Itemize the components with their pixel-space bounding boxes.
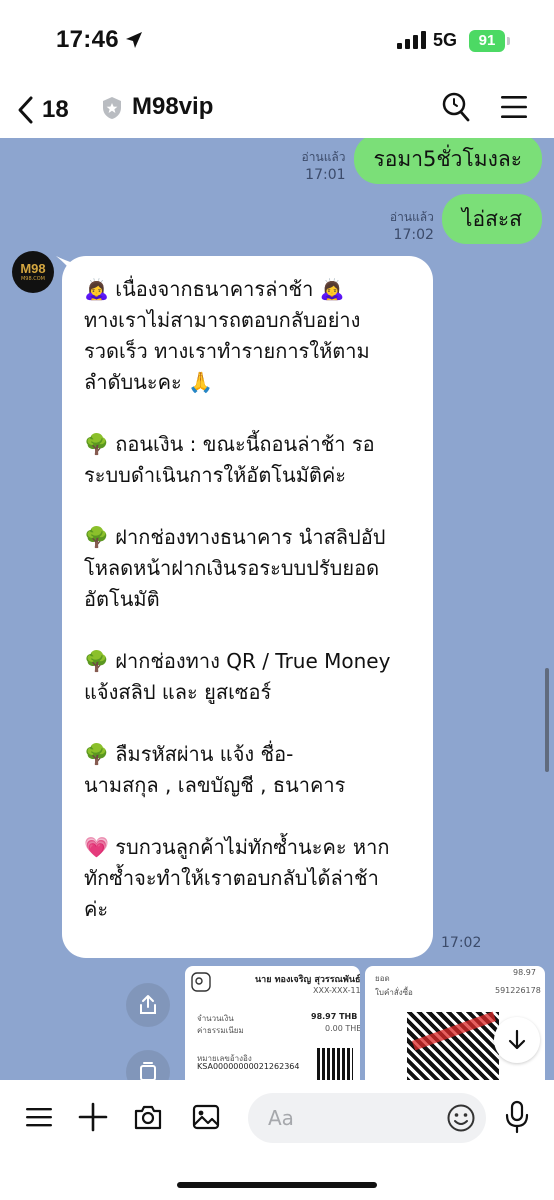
read-receipt: อ่านแล้ว [389, 210, 434, 224]
message-line-gap [84, 491, 415, 522]
menu-icon[interactable] [500, 94, 528, 120]
scrollbar[interactable] [545, 668, 549, 772]
message-line: 🌳 ลืมรหัสผ่าน แจ้ง ชื่อ- [84, 742, 294, 766]
back-button[interactable]: 18 [16, 90, 69, 130]
gallery-button[interactable] [126, 1050, 170, 1080]
status-time: 17:46 [56, 26, 119, 53]
message-time: 17:01 [305, 167, 346, 183]
message-line-gap [84, 708, 415, 739]
slip-label: ใบคำสั่งซื้อ [375, 988, 413, 997]
message-bubble-out[interactable]: ไอ่สะส [441, 194, 542, 244]
slip-value: 98.97 [513, 968, 536, 977]
cellular-signal-icon [397, 31, 426, 49]
bank-card-icon [191, 972, 211, 992]
arrow-down-icon [508, 1029, 526, 1050]
avatar-logo-subtext: M98.COM [20, 276, 45, 282]
message-time: 17:02 [393, 227, 434, 243]
scroll-to-bottom-button[interactable] [494, 1017, 540, 1063]
slip-fee: 0.00 THB [325, 1024, 360, 1033]
chat-header: 18 M98vip [0, 84, 554, 138]
unread-count: 18 [42, 96, 69, 123]
slip-account: XXX-XXX-1124 [313, 986, 360, 995]
slip-ref: KSA00000000021262364 [197, 1062, 300, 1071]
message-line-gap [84, 801, 415, 832]
read-receipt: อ่านแล้ว [301, 150, 346, 164]
share-button[interactable] [126, 983, 170, 1027]
shield-star-icon [103, 97, 121, 119]
network-type: 5G [433, 30, 458, 50]
slip-fee-label: ค่าธรรมเนียม [197, 1026, 244, 1035]
message-line-gap [84, 615, 415, 646]
home-indicator [177, 1182, 377, 1188]
slip-label: ยอด [375, 974, 390, 983]
message-line-gap [84, 398, 415, 429]
message-bubble-in[interactable]: 🙇‍♀️ เนื่องจากธนาคารล่าช้า 🙇‍♀️ ทางเราไม่… [62, 256, 433, 958]
message-line: 🌳 ฝากช่องทาง QR / True Money [84, 649, 391, 673]
avatar-logo-text: M98 [20, 261, 46, 276]
location-arrow-icon [126, 32, 142, 48]
qr-code-image [317, 1048, 353, 1080]
message-line: รวดเร็ว ทางเราทำรายการให้ตาม [84, 339, 370, 363]
chat-area[interactable]: อ่านแล้ว 17:01 รอมา5ชั่วโมงละ อ่านแล้ว 1… [0, 138, 554, 1080]
message-line: 🙇‍♀️ เนื่องจากธนาคารล่าช้า 🙇‍♀️ [84, 277, 345, 301]
gallery-icon [140, 1062, 156, 1080]
share-icon [140, 995, 156, 1014]
message-line: โหลดหน้าฝากเงินรอระบบปรับยอด [84, 556, 380, 580]
slip-value: 591226178 [495, 986, 541, 995]
microphone-icon[interactable] [504, 1100, 530, 1134]
message-time: 17:02 [441, 935, 482, 951]
chat-title: M98vip [132, 93, 214, 120]
message-line: 🌳 ฝากช่องทางธนาคาร นำสลิปอัป [84, 525, 386, 549]
camera-icon[interactable] [133, 1102, 163, 1132]
emoji-icon[interactable] [446, 1103, 476, 1133]
message-line: แจ้งสลิป และ ยูสเซอร์ [84, 680, 272, 704]
message-line: ทางเราไม่สามารถตอบกลับอย่าง [84, 308, 361, 332]
message-meta: อ่านแล้ว 17:02 [390, 208, 434, 244]
message-line: นามสกุล , เลขบัญชี , ธนาคาร [84, 773, 346, 797]
slip-name: นาย ทองเจริญ สุวรรณพันธ์ [255, 975, 360, 985]
image-attachment-slip[interactable]: นาย ทองเจริญ สุวรรณพันธ์ XXX-XXX-1124 จำ… [185, 966, 360, 1080]
plus-icon[interactable] [78, 1102, 108, 1132]
chevron-left-icon [18, 96, 33, 124]
status-bar: 17:46 5G 91 [0, 0, 554, 84]
message-meta: อ่านแล้ว 17:01 [302, 148, 346, 184]
outgoing-message: อ่านแล้ว 17:01 รอมา5ชั่วโมงละ [302, 138, 542, 184]
message-line: ทักซ้ำจะทำให้เราตอบกลับได้ล่าช้า [84, 866, 379, 890]
message-line: 🌳 ถอนเงิน : ขณะนี้ถอนล่าช้า รอ [84, 432, 375, 456]
search-icon[interactable] [441, 91, 471, 123]
message-line: 💗 รบกวนลูกค้าไม่ทักซ้ำนะคะ หาก [84, 835, 390, 859]
menu-icon[interactable] [24, 1102, 54, 1132]
message-line: ลำดับนะคะ 🙏 [84, 370, 213, 394]
avatar[interactable]: M98 M98.COM [12, 251, 54, 293]
message-line: ระบบดำเนินการให้อัตโนมัติค่ะ [84, 463, 347, 487]
message-bubble-out[interactable]: รอมา5ชั่วโมงละ [353, 138, 542, 184]
battery-nub [507, 37, 510, 45]
message-line: อัตโนมัติ [84, 587, 160, 611]
image-icon[interactable] [191, 1102, 221, 1132]
slip-amount: 98.97 THB [311, 1012, 358, 1021]
message-line: ค่ะ [84, 897, 109, 921]
battery-level: 91 [478, 32, 496, 49]
composer-bar [0, 1080, 554, 1200]
battery-icon: 91 [469, 30, 505, 52]
outgoing-message: อ่านแล้ว 17:02 ไอ่สะส [390, 194, 542, 244]
message-text: 🙇‍♀️ เนื่องจากธนาคารล่าช้า 🙇‍♀️ ทางเราไม่… [84, 274, 415, 925]
